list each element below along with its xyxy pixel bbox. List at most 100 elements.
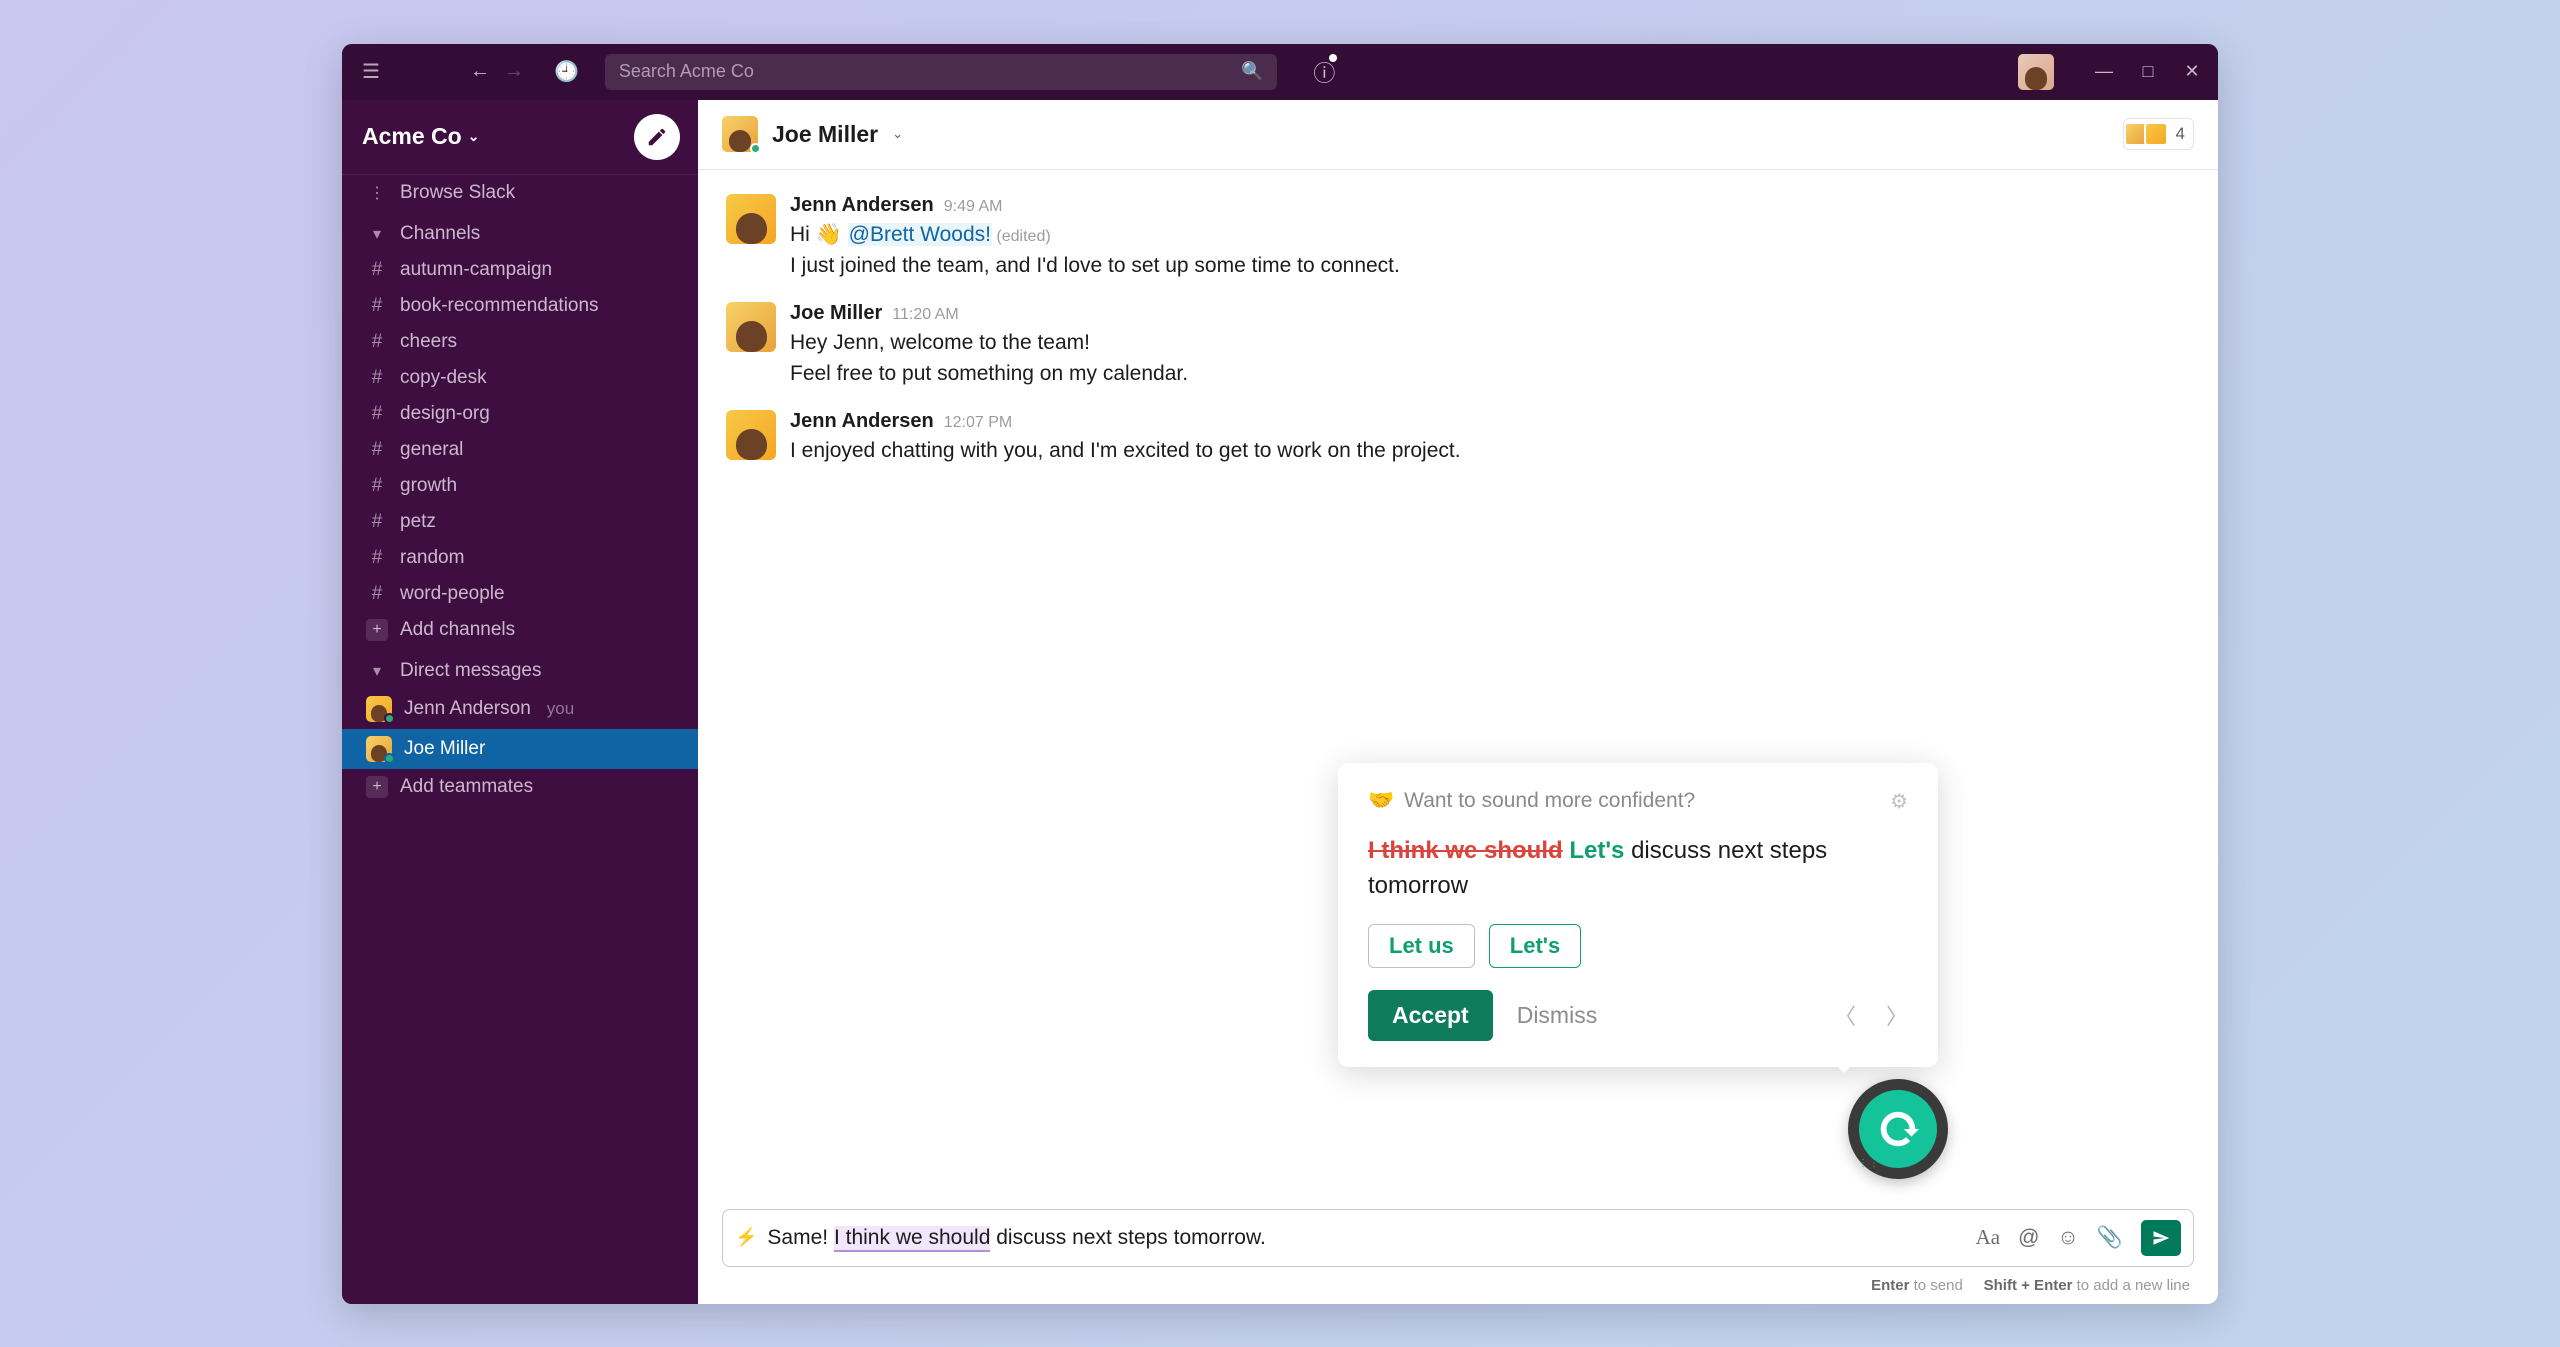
channel-item[interactable]: #autumn-campaign (342, 252, 698, 288)
forward-icon: → (504, 60, 524, 83)
add-channels-label: Add channels (400, 619, 515, 641)
channel-name: general (400, 439, 463, 461)
composer-hints: Enter to send Shift + Enter to add a new… (698, 1273, 2218, 1304)
channel-item[interactable]: #growth (342, 468, 698, 504)
caret-down-icon: ▾ (366, 224, 388, 244)
search-bar[interactable]: 🔍 (605, 54, 1278, 90)
add-teammates-label: Add teammates (400, 776, 533, 798)
chevron-down-icon: ⌄ (892, 126, 903, 142)
chat-header: Joe Miller ⌄ 4 (698, 100, 2218, 170)
compose-button[interactable] (634, 114, 680, 160)
workspace-header[interactable]: Acme Co ⌄ (342, 100, 698, 175)
hash-icon: # (366, 367, 388, 389)
minimize-icon[interactable]: — (2092, 61, 2116, 82)
message-time: 9:49 AM (944, 198, 1003, 216)
chevron-down-icon: ⌄ (468, 128, 480, 145)
message-avatar[interactable] (726, 194, 776, 244)
grammarly-fab[interactable]: ⋮⋮ (1848, 1079, 1948, 1179)
prev-suggestion-icon[interactable]: 〈 (1834, 999, 1856, 1031)
channel-item[interactable]: # book-recommendations (342, 288, 698, 324)
send-icon (2152, 1229, 2170, 1247)
next-suggestion-icon[interactable]: 〉 (1886, 999, 1908, 1031)
help-icon[interactable]: ⓘ (1313, 56, 1335, 88)
chat-title[interactable]: Joe Miller ⌄ (722, 116, 903, 152)
edited-label: (edited) (992, 228, 1051, 245)
hamburger-menu-icon[interactable]: ☰ (356, 53, 386, 90)
mention[interactable]: @Brett Woods! (848, 223, 992, 246)
message-text: Hi 👋 @Brett Woods! (edited) (790, 219, 2190, 251)
message-text: Feel free to put something on my calenda… (790, 358, 2190, 390)
accept-button[interactable]: Accept (1368, 990, 1493, 1041)
channel-item[interactable]: #random (342, 540, 698, 576)
shortcuts-icon[interactable]: ⚡ (735, 1227, 757, 1248)
hash-icon: # (366, 475, 388, 497)
titlebar: ☰ ← → 🕘 🔍 ⓘ — □ ✕ (342, 44, 2218, 100)
chat-title-name: Joe Miller (772, 121, 878, 148)
channel-item[interactable]: #copy-desk (342, 360, 698, 396)
caret-down-icon: ▾ (366, 661, 388, 681)
channel-name: book-recommendations (400, 295, 599, 317)
message-author[interactable]: Joe Miller (790, 302, 882, 325)
channel-item[interactable]: #cheers (342, 324, 698, 360)
compose-icon (646, 126, 668, 148)
grammarly-popup: 🤝 Want to sound more confident? ⚙ I thin… (1338, 763, 1938, 1067)
composer-area: ⚡ Same! I think we should discuss next s… (698, 1209, 2218, 1273)
add-channels[interactable]: + Add channels (342, 612, 698, 648)
channel-item[interactable]: #word-people (342, 576, 698, 612)
mention-icon[interactable]: @ (2018, 1226, 2039, 1250)
hash-icon: # (366, 403, 388, 425)
you-label: you (547, 699, 574, 719)
channels-section-label: Channels (400, 223, 480, 245)
hash-icon: # (366, 583, 388, 605)
message-avatar[interactable] (726, 302, 776, 352)
current-user-avatar[interactable] (2018, 54, 2054, 90)
composer-text[interactable]: Same! I think we should discuss next ste… (767, 1226, 1965, 1250)
channel-item[interactable]: #general (342, 432, 698, 468)
message-avatar[interactable] (726, 410, 776, 460)
message-text: Hey Jenn, welcome to the team! (790, 327, 2190, 359)
suggestion-option[interactable]: Let us (1368, 924, 1475, 968)
channel-item[interactable]: # design-org (342, 396, 698, 432)
formatting-icon[interactable]: Aa (1976, 1225, 2001, 1250)
channel-item[interactable]: #petz (342, 504, 698, 540)
workspace-name: Acme Co (362, 123, 462, 150)
maximize-icon[interactable]: □ (2136, 61, 2160, 82)
hint-enter-key: Enter (1871, 1277, 1909, 1294)
nav-arrows: ← → (470, 60, 524, 83)
dm-item[interactable]: Jenn Andersonyou (342, 689, 698, 729)
send-button[interactable] (2141, 1220, 2181, 1256)
back-icon[interactable]: ← (470, 60, 490, 83)
messages-pane[interactable]: Jenn Andersen 9:49 AM Hi 👋 @Brett Woods! (… (698, 170, 2218, 1209)
dm-name: Joe Miller (404, 738, 485, 760)
search-icon[interactable]: 🔍 (1241, 61, 1263, 82)
grammarly-options: Let us Let's (1368, 924, 1908, 968)
dms-section[interactable]: ▾ Direct messages (342, 648, 698, 689)
channels-section[interactable]: ▾ Channels (342, 211, 698, 252)
history-icon[interactable]: 🕘 (554, 59, 579, 84)
chat-avatar (722, 116, 758, 152)
member-count: 4 (2176, 124, 2185, 144)
hash-icon: # (366, 295, 388, 317)
message-composer[interactable]: ⚡ Same! I think we should discuss next s… (722, 1209, 2194, 1267)
suggestion-option[interactable]: Let's (1489, 924, 1581, 968)
gear-icon[interactable]: ⚙ (1890, 789, 1908, 814)
message-time: 11:20 AM (892, 306, 958, 324)
attachment-icon[interactable]: 📎 (2097, 1226, 2123, 1250)
close-icon[interactable]: ✕ (2180, 61, 2204, 82)
add-teammates[interactable]: + Add teammates (342, 769, 698, 805)
message-author[interactable]: Jenn Andersen (790, 194, 934, 217)
channel-name: design-org (400, 403, 490, 425)
dm-item[interactable]: Joe Miller (342, 729, 698, 769)
search-input[interactable] (619, 61, 1241, 82)
message-author[interactable]: Jenn Andersen (790, 410, 934, 433)
message: Jenn Andersen12:07 PMI enjoyed chatting … (698, 404, 2218, 481)
app-window: ☰ ← → 🕘 🔍 ⓘ — □ ✕ Acme Co ⌄ (342, 44, 2218, 1304)
member-count-pill[interactable]: 4 (2123, 118, 2194, 150)
emoji-icon[interactable]: ☺ (2057, 1226, 2078, 1250)
more-vertical-icon: ⋮ (366, 183, 388, 203)
window-controls: — □ ✕ (2092, 61, 2204, 82)
message-time: 12:07 PM (944, 414, 1012, 432)
hash-icon: # (366, 259, 388, 281)
browse-slack[interactable]: ⋮ Browse Slack (342, 175, 698, 211)
dismiss-button[interactable]: Dismiss (1517, 1002, 1598, 1029)
